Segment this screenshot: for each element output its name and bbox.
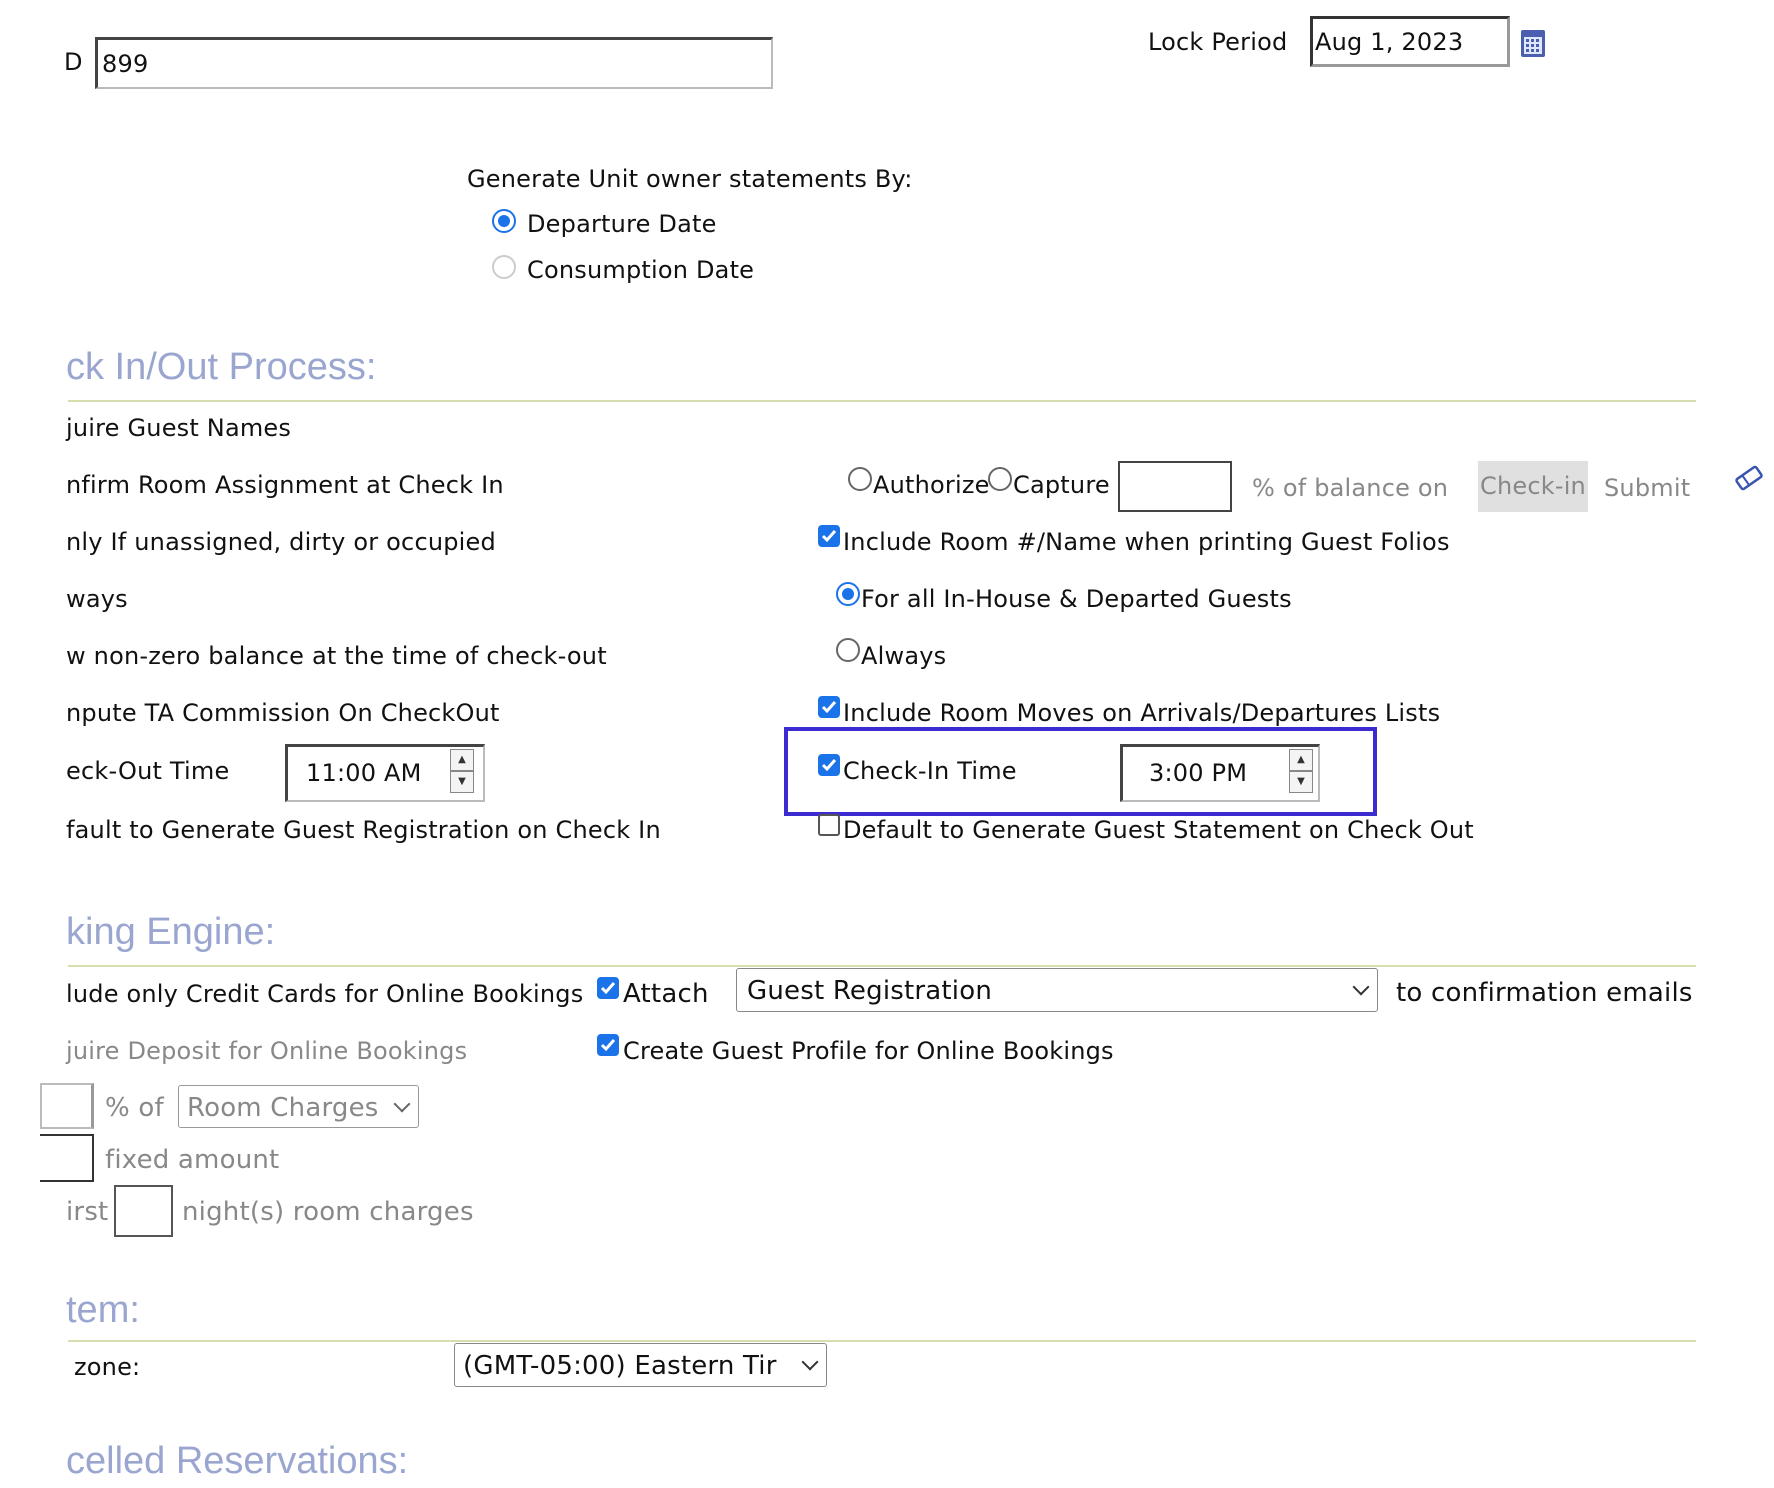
default-statement-checkbox[interactable] bbox=[818, 814, 840, 836]
submit-text: Submit bbox=[1604, 474, 1691, 502]
booking-title: king Engine: bbox=[66, 911, 276, 953]
checkin-highlight: Check-in bbox=[1478, 461, 1588, 512]
nights-text: night(s) room charges bbox=[182, 1197, 474, 1227]
always-radio[interactable] bbox=[836, 638, 860, 662]
attach-select-value: Guest Registration bbox=[747, 976, 993, 1006]
consumption-date-label: Consumption Date bbox=[527, 256, 755, 284]
checkout-time-value: 11:00 AM bbox=[306, 759, 422, 787]
first-text: irst bbox=[66, 1197, 109, 1227]
attach-checkbox[interactable] bbox=[597, 977, 619, 999]
include-cc-label: lude only Credit Cards for Online Bookin… bbox=[66, 980, 584, 1008]
default-statement-label: Default to Generate Guest Statement on C… bbox=[843, 816, 1474, 844]
fixed-amount-text: fixed amount bbox=[105, 1145, 280, 1175]
id-input[interactable]: 899 bbox=[95, 37, 773, 89]
checkin-time-value: 3:00 PM bbox=[1149, 759, 1248, 787]
checkin-time-spinner[interactable]: ▲ ▼ bbox=[1289, 749, 1315, 793]
room-charges-select[interactable]: Room Charges bbox=[178, 1085, 419, 1128]
require-guest-names-label: juire Guest Names bbox=[66, 414, 292, 442]
chevron-down-icon bbox=[801, 1353, 819, 1371]
always-label: Always bbox=[861, 642, 947, 670]
checkinout-title: ck In/Out Process: bbox=[66, 346, 377, 388]
system-title: tem: bbox=[66, 1289, 140, 1331]
checkinout-divider bbox=[68, 400, 1696, 402]
deposit-percent-input[interactable] bbox=[40, 1083, 94, 1129]
first-nights-input[interactable] bbox=[114, 1185, 173, 1237]
create-profile-label: Create Guest Profile for Online Bookings bbox=[623, 1037, 1114, 1065]
spin-down-icon[interactable]: ▼ bbox=[1289, 771, 1313, 793]
non-zero-balance-label: w non-zero balance at the time of check-… bbox=[66, 642, 607, 670]
zone-label: zone: bbox=[74, 1353, 141, 1381]
attach-select[interactable]: Guest Registration bbox=[736, 968, 1378, 1012]
system-divider bbox=[68, 1340, 1696, 1342]
calendar-icon[interactable] bbox=[1520, 28, 1546, 62]
consumption-date-radio[interactable] bbox=[492, 255, 516, 279]
include-room-checkbox[interactable] bbox=[818, 525, 840, 547]
timezone-value: (GMT-05:00) Eastern Tir bbox=[463, 1351, 777, 1381]
checkin-time-checkbox[interactable] bbox=[818, 754, 840, 776]
departure-date-radio[interactable] bbox=[492, 209, 516, 233]
spin-up-icon[interactable]: ▲ bbox=[1289, 749, 1313, 771]
spin-down-icon[interactable]: ▼ bbox=[450, 771, 474, 793]
id-value: 899 bbox=[102, 50, 149, 78]
checkout-time-label: eck-Out Time bbox=[66, 757, 230, 785]
for-all-guests-radio[interactable] bbox=[836, 582, 860, 606]
timezone-select[interactable]: (GMT-05:00) Eastern Tir bbox=[454, 1343, 827, 1387]
compute-ta-commission-label: npute TA Commission On CheckOut bbox=[66, 699, 500, 727]
percent-of-text: % of bbox=[105, 1093, 164, 1123]
capture-label: Capture bbox=[1013, 471, 1110, 499]
booking-divider bbox=[68, 965, 1696, 967]
lock-period-input[interactable]: Aug 1, 2023 bbox=[1310, 16, 1510, 67]
id-label: D bbox=[64, 48, 83, 76]
balance-text: % of balance on bbox=[1252, 474, 1449, 502]
chevron-down-icon bbox=[1352, 978, 1370, 996]
include-moves-checkbox[interactable] bbox=[818, 696, 840, 718]
authorize-radio[interactable] bbox=[848, 467, 872, 491]
capture-radio[interactable] bbox=[988, 467, 1012, 491]
confirm-room-assignment-label: nfirm Room Assignment at Check In bbox=[66, 471, 504, 499]
for-all-guests-label: For all In-House & Departed Guests bbox=[861, 585, 1292, 613]
chevron-down-icon bbox=[393, 1095, 411, 1112]
eraser-icon[interactable] bbox=[1733, 464, 1765, 496]
authorize-label: Authorize bbox=[873, 471, 990, 499]
attach-label: Attach bbox=[623, 979, 709, 1009]
checkin-time-label: Check-In Time bbox=[843, 757, 1017, 785]
cancelled-title: celled Reservations: bbox=[66, 1440, 409, 1482]
lock-period-label: Lock Period bbox=[1148, 28, 1288, 56]
departure-date-label: Departure Date bbox=[527, 210, 717, 238]
balance-percent-input[interactable] bbox=[1118, 461, 1232, 512]
create-profile-checkbox[interactable] bbox=[597, 1034, 619, 1056]
include-moves-label: Include Room Moves on Arrivals/Departure… bbox=[843, 699, 1441, 727]
fixed-amount-input[interactable] bbox=[40, 1134, 94, 1182]
spin-up-icon[interactable]: ▲ bbox=[450, 749, 474, 771]
to-confirmation-text: to confirmation emails bbox=[1396, 978, 1693, 1008]
only-if-unassigned-label: nly If unassigned, dirty or occupied bbox=[66, 528, 496, 556]
include-room-label: Include Room #/Name when printing Guest … bbox=[843, 528, 1450, 556]
room-charges-value: Room Charges bbox=[187, 1093, 379, 1123]
checkout-time-spinner[interactable]: ▲ ▼ bbox=[450, 749, 476, 793]
require-deposit-label: juire Deposit for Online Bookings bbox=[66, 1037, 468, 1065]
statements-heading: Generate Unit owner statements By: bbox=[467, 165, 913, 193]
default-registration-label: fault to Generate Guest Registration on … bbox=[66, 816, 661, 844]
always-left-label: ways bbox=[66, 585, 128, 613]
lock-period-value: Aug 1, 2023 bbox=[1315, 28, 1464, 56]
